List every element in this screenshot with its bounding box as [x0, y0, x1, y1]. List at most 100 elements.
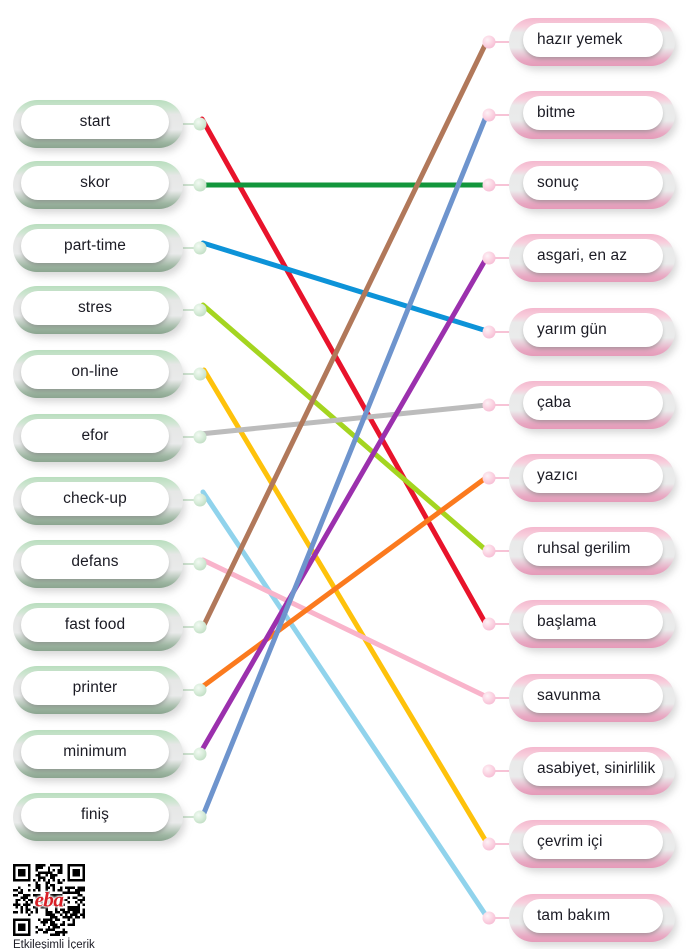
- card-inner: fast food: [21, 608, 169, 642]
- left-card-skor[interactable]: skor: [13, 161, 185, 213]
- right-card-ruhsal-gerilim[interactable]: ruhsal gerilim: [509, 527, 677, 579]
- left-card-efor[interactable]: efor: [13, 414, 185, 466]
- right-card-label: hazır yemek: [537, 31, 623, 48]
- right-connector-dot-cevrim-ici[interactable]: [482, 837, 496, 851]
- right-card-sonuc[interactable]: sonuç: [509, 161, 677, 213]
- right-card-label: asgari, en az: [537, 247, 628, 264]
- card-inner: çaba: [523, 386, 663, 420]
- card-inner: efor: [21, 419, 169, 453]
- card-inner: check-up: [21, 482, 169, 516]
- left-card-check-up[interactable]: check-up: [13, 477, 185, 529]
- left-card-label: printer: [72, 679, 118, 696]
- card-inner: çevrim içi: [523, 825, 663, 859]
- card-inner: minimum: [21, 735, 169, 769]
- card-inner: finiş: [21, 798, 169, 832]
- left-card-fast-food[interactable]: fast food: [13, 603, 185, 655]
- qr-caption: Etkileşimli İçerik: [13, 939, 95, 949]
- left-card-label: stres: [77, 299, 113, 316]
- connection-line-part-time-to-yarim-gun[interactable]: [200, 240, 490, 334]
- right-connector-dot-hazir-yemek[interactable]: [482, 35, 496, 49]
- right-card-tam-bakim[interactable]: tam bakım: [509, 894, 677, 946]
- card-inner: tam bakım: [523, 899, 663, 933]
- right-card-caba[interactable]: çaba: [509, 381, 677, 433]
- left-connector-dot-skor[interactable]: [193, 178, 207, 192]
- right-card-label: ruhsal gerilim: [537, 540, 631, 557]
- card-inner: asgari, en az: [523, 239, 663, 273]
- right-connector-dot-sonuc[interactable]: [482, 178, 496, 192]
- card-inner: skor: [21, 166, 169, 200]
- connection-line-start-to-baslama[interactable]: [199, 116, 490, 629]
- card-inner: yarım gün: [523, 313, 663, 347]
- right-card-bitme[interactable]: bitme: [509, 91, 677, 143]
- right-card-baslama[interactable]: başlama: [509, 600, 677, 652]
- right-connector-dot-yarim-gun[interactable]: [482, 325, 496, 339]
- left-connector-dot-fast-food[interactable]: [193, 620, 207, 634]
- right-card-label: tam bakım: [537, 907, 611, 924]
- left-connector-dot-printer[interactable]: [193, 683, 207, 697]
- left-card-label: start: [79, 113, 111, 130]
- left-connector-dot-defans[interactable]: [193, 557, 207, 571]
- card-inner: yazıcı: [523, 459, 663, 493]
- left-connector-dot-efor[interactable]: [193, 430, 207, 444]
- left-connector-dot-on-line[interactable]: [193, 367, 207, 381]
- card-inner: defans: [21, 545, 169, 579]
- left-connector-dot-stres[interactable]: [193, 303, 207, 317]
- card-inner: sonuç: [523, 166, 663, 200]
- left-card-defans[interactable]: defans: [13, 540, 185, 592]
- left-card-finis[interactable]: finiş: [13, 793, 185, 845]
- right-connector-dot-savunma[interactable]: [482, 691, 496, 705]
- right-connector-dot-asgari-en-az[interactable]: [482, 251, 496, 265]
- left-connector-dot-part-time[interactable]: [193, 241, 207, 255]
- right-connector-dot-yazici[interactable]: [482, 471, 496, 485]
- right-card-label: başlama: [537, 613, 597, 630]
- right-card-label: savunma: [537, 687, 601, 704]
- card-inner: savunma: [523, 679, 663, 713]
- card-inner: part-time: [21, 229, 169, 263]
- card-inner: printer: [21, 671, 169, 705]
- left-card-part-time[interactable]: part-time: [13, 224, 185, 276]
- card-inner: asabiyet, sinirlilik: [523, 752, 663, 786]
- right-card-label: bitme: [537, 104, 576, 121]
- right-card-cevrim-ici[interactable]: çevrim içi: [509, 820, 677, 872]
- right-card-yazici[interactable]: yazıcı: [509, 454, 677, 506]
- right-card-asabiyet-sinirlilik[interactable]: asabiyet, sinirlilik: [509, 747, 677, 799]
- eba-logo: eba: [34, 887, 64, 912]
- right-card-label: sonuç: [537, 174, 579, 191]
- right-card-label: çaba: [537, 394, 572, 411]
- qr-block[interactable]: eba Etkileşimli İçerik: [13, 864, 95, 949]
- left-card-label: on-line: [71, 363, 119, 380]
- right-connector-dot-caba[interactable]: [482, 398, 496, 412]
- left-card-label: check-up: [63, 490, 127, 507]
- left-connector-dot-check-up[interactable]: [193, 493, 207, 507]
- right-card-asgari-en-az[interactable]: asgari, en az: [509, 234, 677, 286]
- connection-line-on-line-to-cevrim-ici[interactable]: [201, 367, 490, 846]
- left-card-minimum[interactable]: minimum: [13, 730, 185, 782]
- left-connector-dot-finis[interactable]: [193, 810, 207, 824]
- left-card-printer[interactable]: printer: [13, 666, 185, 718]
- right-connector-dot-bitme[interactable]: [482, 108, 496, 122]
- left-card-stres[interactable]: stres: [13, 286, 185, 338]
- left-card-label: fast food: [64, 616, 126, 633]
- left-card-label: defans: [71, 553, 119, 570]
- right-card-label: yazıcı: [537, 467, 579, 484]
- card-inner: stres: [21, 291, 169, 325]
- left-card-label: efor: [81, 427, 109, 444]
- right-connector-dot-ruhsal-gerilim[interactable]: [482, 544, 496, 558]
- right-connector-dot-asabiyet-sinirlilik[interactable]: [482, 764, 496, 778]
- right-connector-dot-tam-bakim[interactable]: [482, 911, 496, 925]
- left-card-start[interactable]: start: [13, 100, 185, 152]
- right-card-hazir-yemek[interactable]: hazır yemek: [509, 18, 677, 70]
- left-connector-dot-minimum[interactable]: [193, 747, 207, 761]
- left-card-label: part-time: [63, 237, 127, 254]
- right-card-yarim-gun[interactable]: yarım gün: [509, 308, 677, 360]
- card-inner: başlama: [523, 605, 663, 639]
- right-card-savunma[interactable]: savunma: [509, 674, 677, 726]
- qr-code[interactable]: eba: [13, 864, 85, 936]
- left-card-label: minimum: [63, 743, 127, 760]
- right-connector-dot-baslama[interactable]: [482, 617, 496, 631]
- left-card-on-line[interactable]: on-line: [13, 350, 185, 402]
- right-card-label: asabiyet, sinirlilik: [537, 760, 656, 777]
- left-card-label: skor: [80, 174, 110, 191]
- card-inner: hazır yemek: [523, 23, 663, 57]
- left-connector-dot-start[interactable]: [193, 117, 207, 131]
